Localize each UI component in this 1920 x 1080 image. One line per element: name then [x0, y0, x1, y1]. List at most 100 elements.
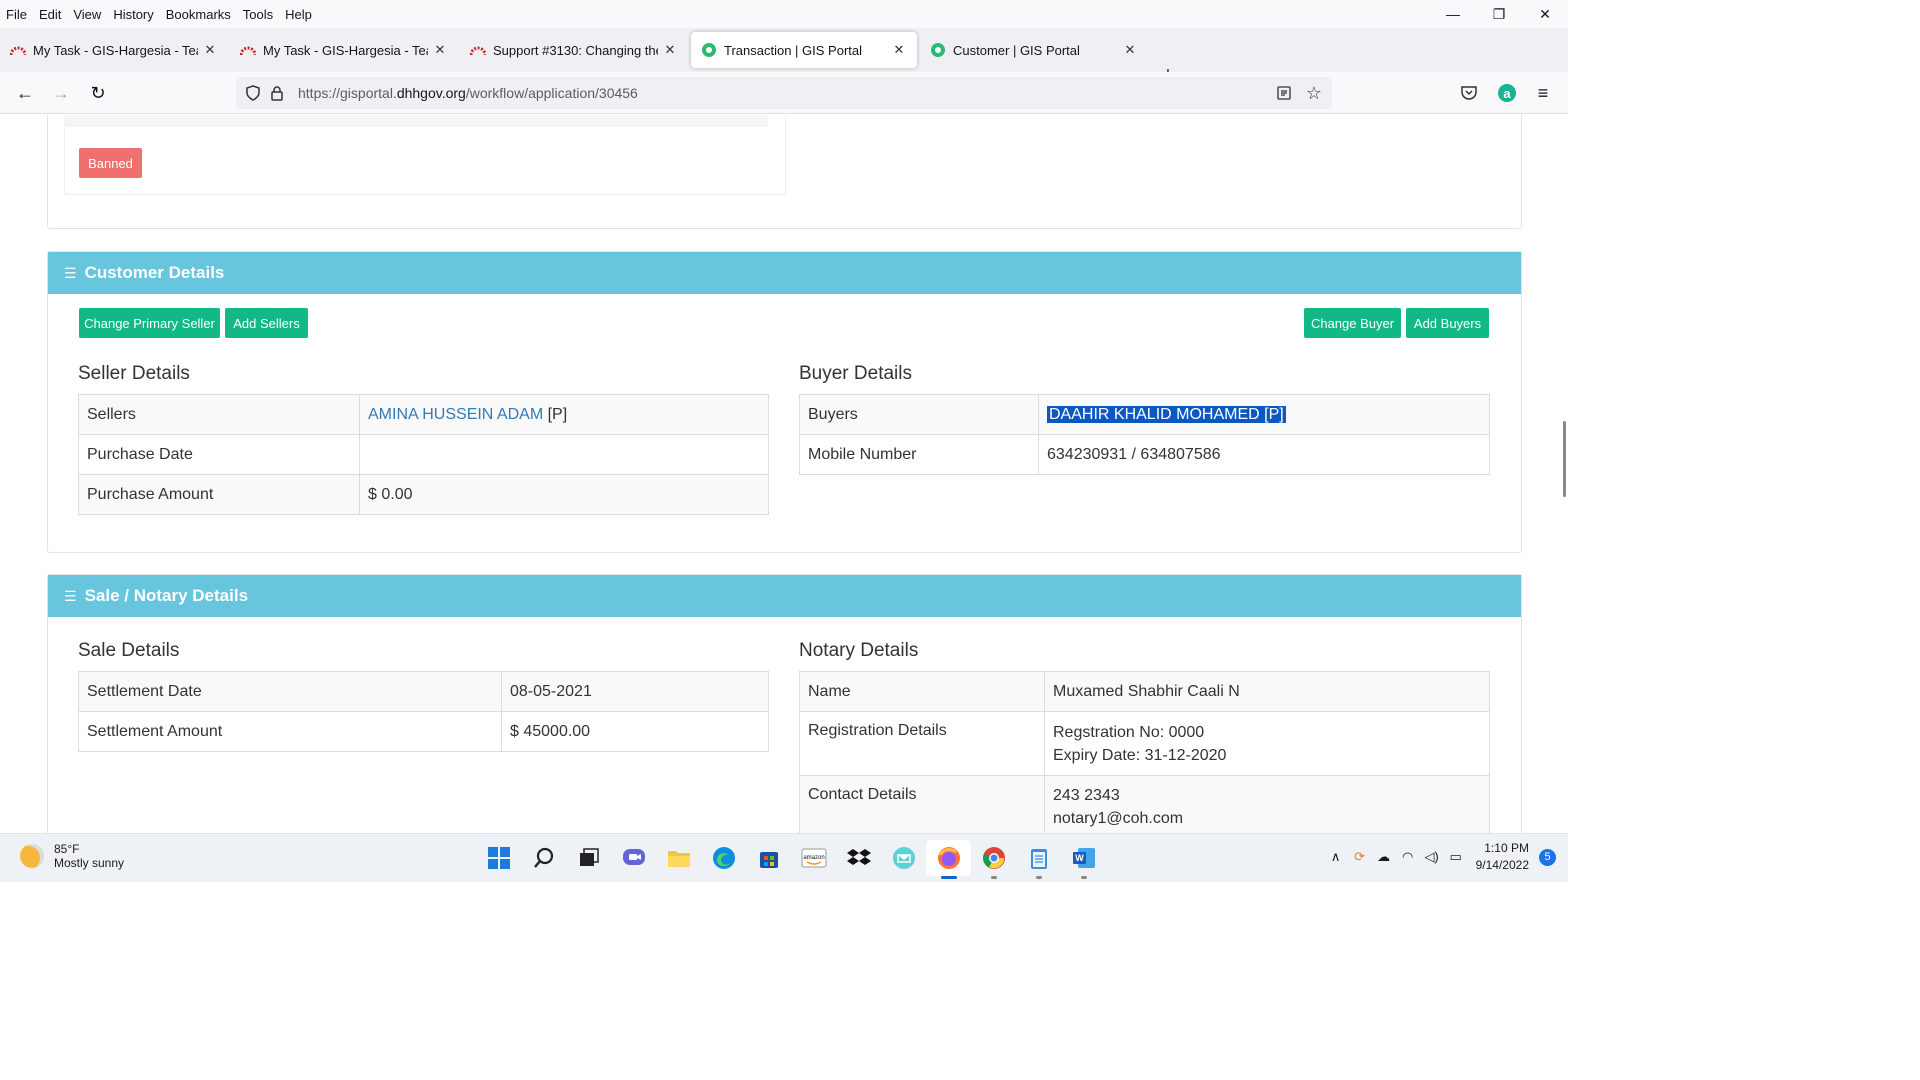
seller-details-table: Sellers AMINA HUSSEIN ADAM [P] Purchase …	[78, 394, 769, 515]
page-scrollbar[interactable]	[1563, 421, 1566, 497]
notepad-icon[interactable]	[1016, 840, 1061, 879]
reader-view-icon[interactable]	[1272, 81, 1296, 105]
svg-text:amazon: amazon	[803, 855, 824, 861]
purchase-date-label: Purchase Date	[78, 434, 360, 475]
tab-support-ticket[interactable]: Support #3130: Changing the buyer ✕	[460, 32, 688, 68]
nav-bar: ← → ↻ https://gisportal.dhhgov.org/workf…	[0, 72, 1568, 114]
close-tab-icon[interactable]: ✕	[662, 42, 678, 58]
menu-help[interactable]: Help	[279, 7, 318, 22]
table-row: Sellers AMINA HUSSEIN ADAM [P]	[78, 394, 769, 435]
battery-icon[interactable]: ▭	[1444, 849, 1468, 865]
weather-widget[interactable]: 85°F Mostly sunny	[20, 842, 124, 870]
mail-icon[interactable]	[881, 840, 926, 876]
forward-arrow-icon[interactable]: →	[48, 80, 74, 106]
cloud-icon[interactable]: ☁	[1372, 849, 1396, 865]
close-tab-icon[interactable]: ✕	[891, 42, 907, 58]
hamburger-menu-icon[interactable]: ≡	[1530, 80, 1556, 106]
wifi-icon[interactable]: ◠	[1396, 849, 1420, 865]
minimize-button[interactable]: —	[1430, 0, 1476, 28]
system-tray: ∧ ⟳ ☁ ◠ ◁) ▭ 1:10 PM 9/14/2022 5	[1324, 840, 1556, 874]
seller-name-link[interactable]: AMINA HUSSEIN ADAM	[368, 406, 543, 423]
dropbox-icon[interactable]	[836, 840, 881, 876]
menu-view[interactable]: View	[67, 7, 107, 22]
list-icon: ☰	[64, 587, 77, 604]
banned-button[interactable]: Banned	[79, 148, 142, 178]
chrome-icon[interactable]	[971, 840, 1016, 879]
amazon-icon[interactable]: amazon	[791, 840, 836, 876]
notary-details-table: Name Muxamed Shabhir Caali N Registratio…	[799, 671, 1490, 833]
gis-portal-icon	[701, 42, 717, 58]
taskbar-apps: amazon W	[476, 840, 1106, 879]
settlement-amount-value: $ 45000.00	[501, 711, 769, 752]
teams-chat-icon[interactable]	[611, 840, 656, 876]
table-row: Settlement Date 08-05-2021	[78, 671, 769, 712]
task-view-icon[interactable]	[566, 840, 611, 876]
reload-icon[interactable]: ↻	[85, 80, 111, 106]
clock[interactable]: 1:10 PM 9/14/2022	[1476, 840, 1529, 874]
url-text: https://gisportal.dhhgov.org/workflow/ap…	[298, 85, 638, 101]
sync-icon[interactable]: ⟳	[1348, 849, 1372, 865]
menu-bookmarks[interactable]: Bookmarks	[160, 7, 237, 22]
tab-my-task-2[interactable]: My Task - GIS-Hargesia - Teams ✕	[230, 32, 458, 68]
sale-details-table: Settlement Date 08-05-2021 Settlement Am…	[78, 671, 769, 752]
account-avatar-icon[interactable]: a	[1494, 80, 1520, 106]
table-row: Buyers DAAHIR KHALID MOHAMED [P]	[799, 394, 1490, 435]
bookmark-star-icon[interactable]: ☆	[1302, 81, 1326, 105]
status-card	[47, 115, 1522, 229]
table-row: Name Muxamed Shabhir Caali N	[799, 671, 1490, 712]
menu-bar: File Edit View History Bookmarks Tools H…	[0, 0, 1568, 28]
tab-bar: My Task - GIS-Hargesia - Teams ✕ My Task…	[0, 28, 1568, 86]
edge-icon[interactable]	[701, 840, 746, 876]
back-arrow-icon[interactable]: ←	[12, 80, 38, 106]
seller-details-heading: Seller Details	[78, 363, 190, 384]
address-bar[interactable]: https://gisportal.dhhgov.org/workflow/ap…	[236, 77, 1332, 109]
word-icon[interactable]: W	[1061, 840, 1106, 879]
sellers-label: Sellers	[78, 394, 360, 435]
menu-file[interactable]: File	[0, 7, 33, 22]
firefox-icon[interactable]	[926, 840, 971, 879]
mobile-number-label: Mobile Number	[799, 434, 1039, 475]
contact-details-label: Contact Details	[799, 775, 1045, 833]
redmine-icon	[240, 42, 256, 58]
tab-customer[interactable]: Customer | GIS Portal ✕	[920, 32, 1148, 68]
shield-icon[interactable]	[242, 82, 264, 104]
file-explorer-icon[interactable]	[656, 840, 701, 876]
settlement-date-value: 08-05-2021	[501, 671, 769, 712]
add-sellers-button[interactable]: Add Sellers	[225, 308, 308, 338]
change-primary-seller-button[interactable]: Change Primary Seller	[79, 308, 220, 338]
tab-transaction[interactable]: Transaction | GIS Portal ✕	[691, 32, 917, 68]
gis-portal-icon	[930, 42, 946, 58]
windows-start-icon[interactable]	[476, 840, 521, 876]
close-tab-icon[interactable]: ✕	[202, 42, 218, 58]
notary-name-label: Name	[799, 671, 1045, 712]
buyer-details-heading: Buyer Details	[799, 363, 912, 384]
change-buyer-button[interactable]: Change Buyer	[1304, 308, 1401, 338]
menu-edit[interactable]: Edit	[33, 7, 67, 22]
close-tab-icon[interactable]: ✕	[432, 42, 448, 58]
close-tab-icon[interactable]: ✕	[1122, 42, 1138, 58]
registration-details-value: Regstration No: 0000 Expiry Date: 31-12-…	[1044, 711, 1490, 776]
menu-history[interactable]: History	[107, 7, 159, 22]
customer-details-header: ☰ Customer Details	[48, 252, 1521, 294]
settlement-date-label: Settlement Date	[78, 671, 502, 712]
buyer-details-table: Buyers DAAHIR KHALID MOHAMED [P] Mobile …	[799, 394, 1490, 475]
tab-my-task-1[interactable]: My Task - GIS-Hargesia - Teams ✕	[0, 32, 228, 68]
chevron-up-icon[interactable]: ∧	[1324, 849, 1348, 865]
contact-details-value: 243 2343 notary1@coh.com	[1044, 775, 1490, 833]
add-buyers-button[interactable]: Add Buyers	[1406, 308, 1489, 338]
search-icon[interactable]	[521, 840, 566, 876]
pocket-icon[interactable]	[1456, 80, 1482, 106]
close-window-button[interactable]: ✕	[1522, 0, 1568, 28]
table-row: Registration Details Regstration No: 000…	[799, 711, 1490, 776]
notary-name-value: Muxamed Shabhir Caali N	[1044, 671, 1490, 712]
speaker-icon[interactable]: ◁)	[1420, 849, 1444, 865]
lock-icon[interactable]	[266, 82, 288, 104]
svg-text:W: W	[1075, 853, 1084, 863]
mobile-number-value: 634230931 / 634807586	[1038, 434, 1490, 475]
notification-badge[interactable]: 5	[1539, 848, 1556, 866]
store-icon[interactable]	[746, 840, 791, 876]
restore-button[interactable]: ❐	[1476, 0, 1522, 28]
buyer-name-selected[interactable]: DAAHIR KHALID MOHAMED [P]	[1047, 405, 1286, 423]
weather-sun-icon	[20, 844, 44, 868]
menu-tools[interactable]: Tools	[237, 7, 279, 22]
